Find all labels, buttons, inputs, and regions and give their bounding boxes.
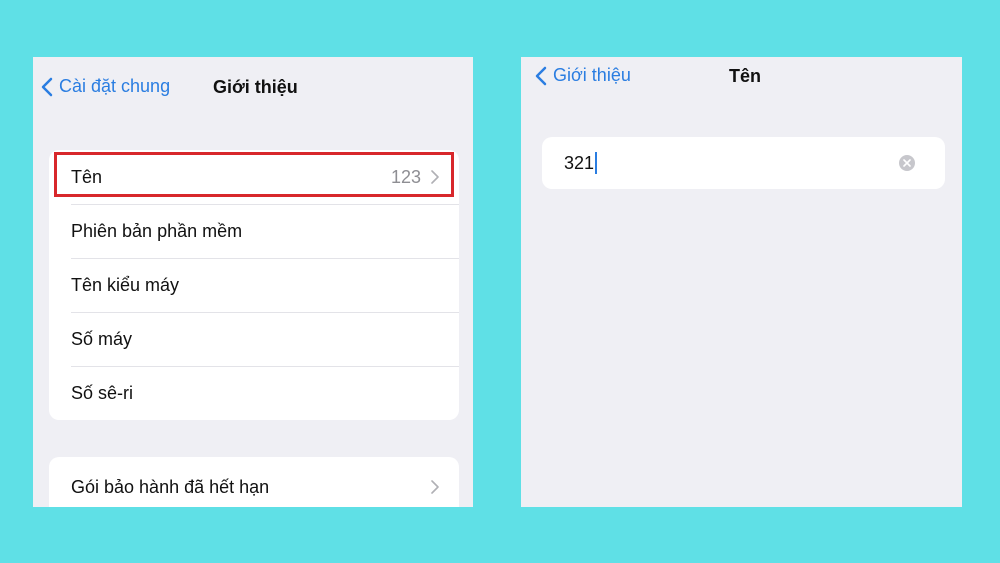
navigation-bar: Cài đặt chung Giới thiệu [33, 57, 473, 117]
page-title: Giới thiệu [213, 77, 298, 97]
about-screen: Cài đặt chung Giới thiệu Tên 123 Phiên b… [33, 57, 473, 507]
row-label: Số sê-ri [71, 382, 134, 403]
row-warranty[interactable]: Gói bảo hành đã hết hạn [49, 460, 459, 507]
chevron-left-icon [41, 77, 53, 96]
row-model-name[interactable]: Tên kiểu máy [49, 258, 459, 312]
text-cursor [595, 152, 598, 174]
name-value: 321 [564, 152, 595, 173]
back-button[interactable]: Cài đặt chung [41, 76, 170, 97]
clear-icon[interactable] [899, 155, 915, 171]
navigation-bar: Giới thiệu Tên [521, 57, 962, 117]
row-label: Gói bảo hành đã hết hạn [71, 476, 270, 497]
row-value: 123 [390, 166, 421, 187]
chevron-right-icon [431, 170, 439, 184]
row-label: Phiên bản phần mềm [71, 220, 243, 241]
row-label: Tên [71, 166, 103, 187]
name-input[interactable]: 321 [542, 137, 945, 189]
page-title: Tên [729, 66, 762, 86]
settings-group: Tên 123 Phiên bản phần mềm Tên kiểu máy … [49, 150, 459, 420]
chevron-right-icon [431, 480, 439, 494]
row-software-version[interactable]: Phiên bản phần mềm [49, 204, 459, 258]
row-name[interactable]: Tên 123 [49, 150, 459, 204]
back-label: Giới thiệu [553, 65, 631, 85]
back-label: Cài đặt chung [59, 76, 171, 96]
row-model-number[interactable]: Số máy [49, 312, 459, 366]
row-serial-number[interactable]: Số sê-ri [49, 366, 459, 420]
chevron-left-icon [535, 66, 547, 85]
row-label: Tên kiểu máy [71, 274, 180, 295]
name-edit-screen: Giới thiệu Tên 321 [521, 57, 962, 507]
warranty-group: Gói bảo hành đã hết hạn [49, 457, 459, 507]
row-label: Số máy [71, 328, 133, 349]
back-button[interactable]: Giới thiệu [535, 65, 631, 86]
